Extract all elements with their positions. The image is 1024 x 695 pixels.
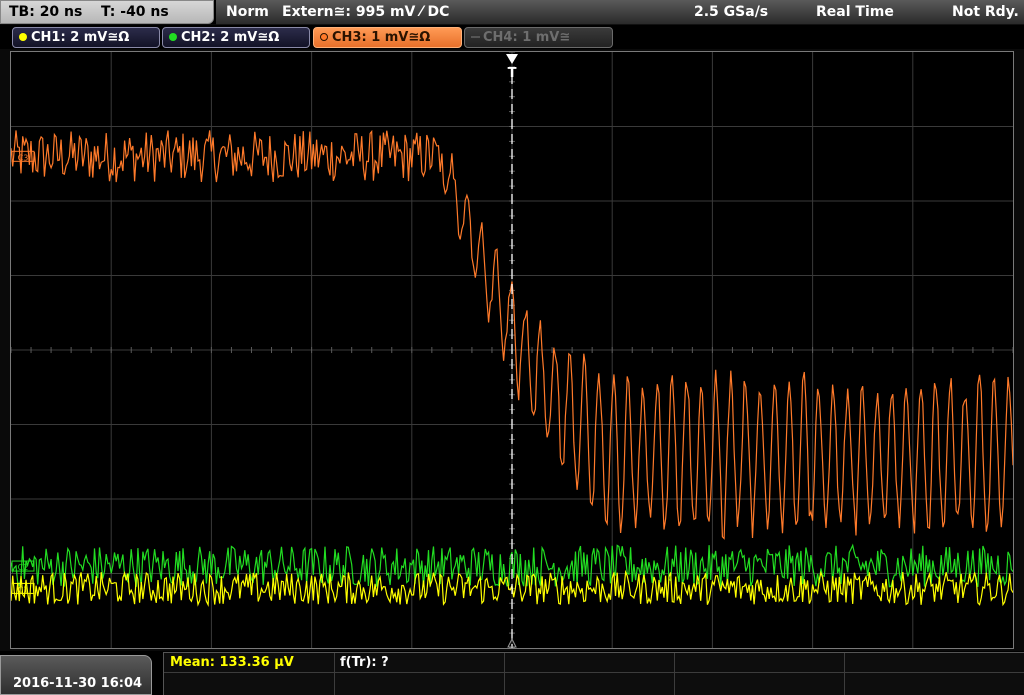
trigger-source: Extern≅: 995 mV ⁄ DC [282,4,450,20]
measurement-divider [334,653,335,695]
tab-ch2-label: CH2: 2 mV≅Ω [181,30,280,45]
measurement-divider [844,653,845,695]
ch2-offset-marker-text: C2 [18,563,29,572]
measurement-divider [164,672,1024,673]
measurement-divider [504,653,505,695]
bottom-bar: 2016-11-30 16:04 Mean: 133.36 µV f(Tr): … [0,651,1024,695]
channel-tab-row: CH1: 2 mV≅Ω CH2: 2 mV≅Ω CH3: 1 mV≅Ω CH4:… [0,25,1024,49]
tab-ch3-label: CH3: 1 mV≅Ω [332,30,431,45]
sample-rate: 2.5 GSa/s [694,4,769,20]
ch1-offset-marker-text: C1 [18,585,29,594]
datetime-value: 2016-11-30 16:04 [13,676,143,691]
acquisition-status-strip[interactable]: Norm Extern≅: 995 mV ⁄ DC 2.5 GSa/s Real… [216,0,1024,25]
tab-ch4-label: CH4: 1 mV≅ [483,30,571,45]
measurement-divider [674,653,675,695]
tab-ch1-label: CH1: 2 mV≅Ω [31,30,130,45]
top-status-bar: TB: 20 ns T: -40 ns Norm Extern≅: 995 mV… [0,0,1024,25]
run-status: Not Rdy. [952,4,1019,20]
mean-measurement: Mean: 133.36 µV [170,655,294,670]
ch3-indicator-icon [320,33,328,41]
waveform-plot[interactable]: T C3 C2 C1 [11,52,1013,648]
trigger-label: T [508,66,517,81]
tab-ch4[interactable]: CH4: 1 mV≅ [464,27,613,48]
acquisition-mode: Real Time [816,4,894,20]
ch4-off-icon [471,36,480,38]
ch3-offset-marker-text: C3 [18,153,29,162]
ch1-indicator-icon [19,33,27,41]
trigger-time-value: T: -40 ns [101,4,169,20]
tab-ch2[interactable]: CH2: 2 mV≅Ω [162,27,310,48]
timebase-box[interactable]: TB: 20 ns T: -40 ns [0,0,214,24]
tab-ch1[interactable]: CH1: 2 mV≅Ω [12,27,160,48]
trigger-arrow-icon [506,54,518,64]
datetime-box[interactable]: 2016-11-30 16:04 [0,655,152,695]
rise-frequency-measurement: f(Tr): ? [340,655,389,670]
trigger-mode: Norm [226,4,269,20]
timebase-value: TB: 20 ns [9,4,83,20]
ch2-indicator-icon [169,33,177,41]
measurement-panel[interactable]: Mean: 133.36 µV f(Tr): ? [163,652,1024,695]
tab-ch3[interactable]: CH3: 1 mV≅Ω [313,27,462,48]
